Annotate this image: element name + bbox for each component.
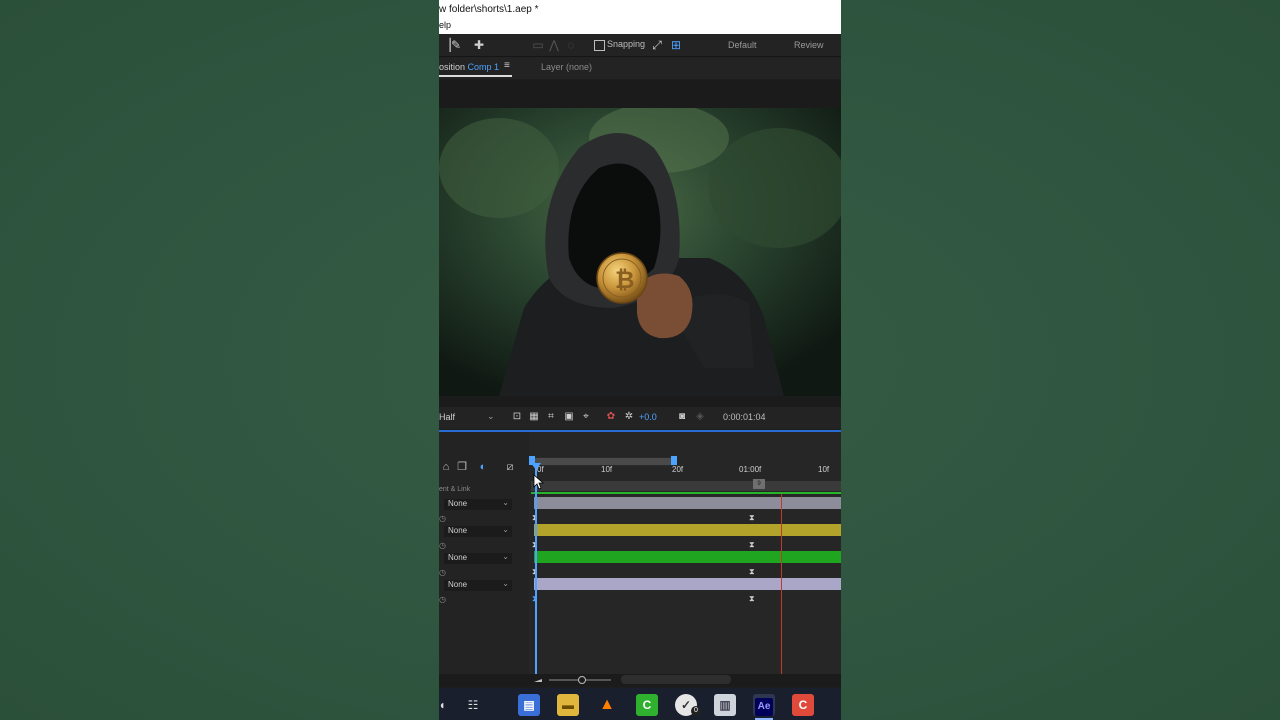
show-snapshot-icon[interactable]: ◈ xyxy=(694,411,706,423)
parent-dropdown[interactable]: None ⌄ xyxy=(444,525,512,537)
exposure-value[interactable]: +0.0 xyxy=(639,412,657,422)
draft-3d-icon[interactable]: ❐ xyxy=(455,460,469,474)
axis-world-icon[interactable]: ⋀ xyxy=(547,38,561,52)
end-time-line xyxy=(781,494,782,674)
layer-bar[interactable] xyxy=(534,578,841,590)
ruler-tick-label: 10f xyxy=(818,465,830,474)
composition-panel-tabs: osition Comp 1 ≡ Layer (none) xyxy=(439,57,841,79)
snap-grid-icon[interactable]: ⊞ xyxy=(669,38,683,52)
work-area-bar[interactable] xyxy=(531,481,841,491)
parent-dropdown-value: None xyxy=(448,580,468,589)
comp-end-marker[interactable]: 9 xyxy=(753,479,765,489)
chevron-down-icon: ⌄ xyxy=(502,552,509,561)
parent-dropdown[interactable]: None ⌄ xyxy=(444,579,512,591)
composition-frame[interactable]: ₿ xyxy=(439,108,841,396)
motion-blur-icon[interactable]: ◐ xyxy=(476,460,490,474)
tab-layer[interactable]: Layer (none) xyxy=(541,62,592,72)
after-effects-window: w folder\shorts\1.aep * elp ▕ ✎ ✚ ▭ ⋀ ◌ … xyxy=(439,0,841,720)
camtasia-red-icon[interactable]: C xyxy=(792,694,814,716)
windows-icon[interactable]: ◖ xyxy=(439,694,453,716)
layer-row[interactable]: None ⌄ ◷ xyxy=(439,549,529,577)
region-of-interest-icon[interactable]: ⊡ xyxy=(511,411,523,423)
parent-dropdown-value: None xyxy=(448,553,468,562)
color-channels-icon[interactable]: ✿ xyxy=(605,411,617,423)
layer-bar[interactable] xyxy=(534,497,841,509)
active-tab-indicator xyxy=(439,75,512,77)
vlc-icon[interactable]: ▲ xyxy=(596,694,618,716)
puppet-pin-tool-icon[interactable]: ✚ xyxy=(472,38,486,52)
workspace-review[interactable]: Review xyxy=(794,40,824,50)
axis-view-icon[interactable]: ◌ xyxy=(564,38,578,52)
layer-row[interactable]: None ⌄ ◷ xyxy=(439,495,529,523)
hooded-figure-with-bitcoin-image: ₿ xyxy=(439,108,841,396)
current-time-display[interactable]: 0:00:01:04 xyxy=(723,412,766,422)
camtasia-green-icon[interactable]: C xyxy=(636,694,658,716)
snapshot-camera-icon[interactable]: ◙ xyxy=(676,411,688,423)
chevron-down-icon: ⌄ xyxy=(502,579,509,588)
title-safe-icon[interactable]: ▣ xyxy=(563,411,575,423)
workspace-default[interactable]: Default xyxy=(728,40,757,50)
help-menu[interactable]: elp xyxy=(439,20,451,30)
parent-dropdown[interactable]: None ⌄ xyxy=(444,552,512,564)
window-title: w folder\shorts\1.aep * xyxy=(439,4,539,15)
tab-composition-label: osition xyxy=(439,62,466,72)
after-effects-icon: Ae xyxy=(755,698,773,716)
parent-dropdown-value: None xyxy=(448,526,468,535)
layer-bar[interactable] xyxy=(534,524,841,536)
parent-dropdown-value: None xyxy=(448,499,468,508)
notes-icon[interactable]: ▥ xyxy=(714,694,736,716)
exposure-reset-icon[interactable]: ✲ xyxy=(623,411,635,423)
snapping-checkbox[interactable] xyxy=(594,40,605,51)
chevron-down-icon: ⌄ xyxy=(502,525,509,534)
snapping-label: Snapping xyxy=(607,39,646,49)
file-explorer-icon[interactable]: ▬ xyxy=(557,694,579,716)
ruler-tick-label: 20f xyxy=(672,465,684,474)
view-options-icon[interactable]: ⌖ xyxy=(580,411,592,423)
windows-taskbar: ◖ ☷ ▤ ▬ ▲ C ✓ 0 ▥ Ae C xyxy=(439,688,841,720)
snap-arrows-icon[interactable]: ⤢ xyxy=(650,38,664,52)
panel-menu-icon[interactable]: ≡ xyxy=(504,60,510,71)
graph-editor-icon[interactable]: ⧄ xyxy=(503,460,517,474)
title-bar: w folder\shorts\1.aep * elp xyxy=(439,0,841,34)
keyframe-icon[interactable]: ⧗ xyxy=(749,514,756,522)
viewer-controls: Half ⌄ ⊡ ▦ ⌗ ▣ ⌖ ✿ ✲ +0.0 ◙ ◈ 0:00:01:04 xyxy=(439,407,841,429)
zoom-slider-thumb[interactable] xyxy=(578,676,586,684)
transparency-grid-icon[interactable]: ▦ xyxy=(528,411,540,423)
keyframe-icon[interactable]: ⧗ xyxy=(749,541,756,549)
timeline-scrollbar[interactable] xyxy=(621,675,731,684)
tools-toolbar: ▕ ✎ ✚ ▭ ⋀ ◌ Snapping ⤢ ⊞ Default Review xyxy=(439,34,841,57)
chevron-down-icon[interactable]: ⌄ xyxy=(487,411,495,422)
chevron-down-icon: ⌄ xyxy=(502,498,509,507)
cache-indicator xyxy=(531,492,841,494)
mouse-cursor-icon xyxy=(533,474,545,490)
layer-row[interactable]: None ⌄ ◷ xyxy=(439,576,529,604)
parent-dropdown[interactable]: None ⌄ xyxy=(444,498,512,510)
layer-bar[interactable] xyxy=(534,551,841,563)
svg-text:₿: ₿ xyxy=(615,266,635,294)
parent-link-column-header: ent & Link xyxy=(439,486,471,493)
axis-local-icon[interactable]: ▭ xyxy=(531,38,545,52)
ruler-tick-label: 01:00f xyxy=(739,465,762,474)
task-view-icon[interactable]: ☷ xyxy=(462,694,484,716)
stopwatch-icon[interactable]: ◷ xyxy=(439,595,446,604)
tab-composition-name: Comp 1 xyxy=(467,62,500,72)
playhead-handle[interactable] xyxy=(531,463,541,470)
after-effects-taskbar-button[interactable]: Ae xyxy=(753,694,775,716)
comp-flowchart-icon[interactable]: ⌂ xyxy=(439,460,453,474)
notification-badge: 0 xyxy=(691,706,701,716)
zoom-out-icon[interactable] xyxy=(534,676,542,683)
browser-icon[interactable]: ▤ xyxy=(518,694,540,716)
navigator-end-handle[interactable] xyxy=(671,456,677,465)
mask-path-icon[interactable]: ⌗ xyxy=(545,411,557,423)
keyframe-icon[interactable]: ⧗ xyxy=(749,568,756,576)
layer-row[interactable]: None ⌄ ◷ xyxy=(439,522,529,550)
keyframe-icon[interactable]: ⧗ xyxy=(749,595,756,603)
roto-brush-tool-icon[interactable]: ✎ xyxy=(449,38,463,52)
ruler-tick-label: 10f xyxy=(601,465,613,474)
current-time-indicator[interactable] xyxy=(535,466,537,674)
tab-composition[interactable]: osition Comp 1 xyxy=(439,62,499,72)
